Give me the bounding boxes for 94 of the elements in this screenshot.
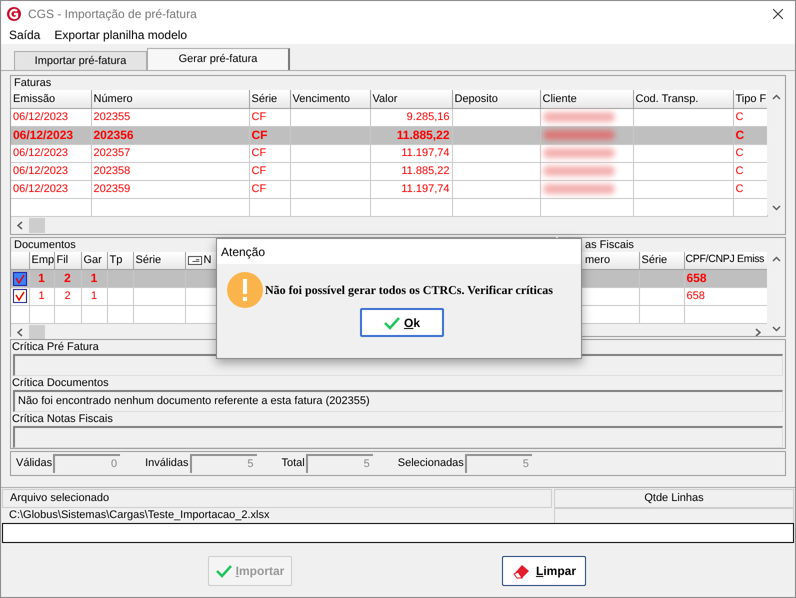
window-title: CGS - Importação de pré-fatura bbox=[28, 6, 197, 22]
column-header[interactable]: Série bbox=[133, 252, 185, 270]
total-label: Total bbox=[282, 456, 305, 471]
redacted-text bbox=[542, 112, 614, 122]
message-text: Não foi encontrado nenhum documento referente a esta fatura (202355) bbox=[18, 394, 370, 409]
redacted-text bbox=[542, 184, 614, 194]
table-row[interactable]: 06/12/2023 202358 CF 11.885,22 C bbox=[11, 162, 767, 180]
scroll-up-icon[interactable] bbox=[772, 94, 780, 100]
total-label: Selecionadas bbox=[398, 456, 464, 471]
column-header[interactable]: Fil bbox=[54, 252, 81, 270]
table-cell: 06/12/2023 bbox=[11, 108, 91, 126]
column-header[interactable]: Deposito bbox=[452, 90, 540, 108]
table-cell: 202357 bbox=[91, 144, 249, 162]
column-header[interactable]: Gar bbox=[81, 252, 107, 270]
table-cell: 202355 bbox=[91, 108, 249, 126]
table-cell: 9.285,16 bbox=[370, 108, 452, 126]
column-header[interactable]: Vencimento bbox=[290, 90, 370, 108]
column-header: Qtde Linhas bbox=[554, 489, 794, 508]
app-logo-icon bbox=[6, 6, 22, 22]
column-header[interactable]: Número bbox=[91, 90, 249, 108]
table-cell: 11.197,74 bbox=[370, 180, 452, 198]
total-field: 5 bbox=[190, 454, 256, 472]
close-icon[interactable] bbox=[773, 8, 783, 18]
redacted-text bbox=[542, 166, 614, 176]
redacted-text bbox=[542, 130, 614, 140]
menu-item[interactable]: Exportar planilha modelo bbox=[54, 26, 188, 44]
column-header[interactable]: Série bbox=[249, 90, 290, 108]
tab[interactable]: Gerar pré-fatura bbox=[147, 48, 290, 70]
dialog-message: Não foi possível gerar todos os CTRCs. Verificar críticas bbox=[265, 282, 553, 299]
input-field[interactable] bbox=[2, 523, 794, 543]
column-header[interactable]: Emissão bbox=[11, 90, 91, 108]
column-header[interactable]: Tipo F bbox=[733, 90, 767, 108]
warning-icon bbox=[227, 272, 263, 308]
column-header[interactable]: Cod. Transp. bbox=[633, 90, 733, 108]
file-path: C:\Globus\Sistemas\Cargas\Teste_Importacao_2.xlsx bbox=[8, 508, 270, 523]
column-header[interactable]: Emp bbox=[29, 252, 54, 270]
scroll-down-icon[interactable] bbox=[772, 205, 780, 211]
table-cell: CF bbox=[249, 144, 290, 162]
table-cell: 06/12/2023 bbox=[11, 162, 91, 180]
table-cell: CF bbox=[249, 126, 290, 144]
table-row[interactable]: 06/12/2023 202359 CF 11.197,74 C bbox=[11, 180, 767, 198]
scroll-right-icon[interactable] bbox=[754, 328, 763, 336]
panel-title: as Fiscais bbox=[584, 238, 634, 252]
column-header[interactable]: Cliente bbox=[540, 90, 633, 108]
table-cell: 202356 bbox=[91, 126, 249, 144]
table-cell: CF bbox=[249, 180, 290, 198]
checkbox[interactable] bbox=[13, 289, 27, 304]
checkbox[interactable] bbox=[13, 272, 27, 286]
section-label: Crítica Documentos bbox=[12, 376, 109, 390]
table-cell: 1 bbox=[29, 288, 54, 306]
column-header-text: N bbox=[204, 253, 212, 268]
column-header[interactable]: Valor bbox=[370, 90, 452, 108]
table-cell: 11.885,22 bbox=[370, 162, 452, 180]
empty-cell bbox=[249, 198, 290, 216]
total-label: Inválidas bbox=[145, 456, 188, 471]
panel-title: Documentos bbox=[13, 238, 77, 252]
table-row[interactable]: 06/12/2023 202357 CF 11.197,74 C bbox=[11, 144, 767, 162]
checkmark-icon bbox=[384, 316, 400, 330]
table-row[interactable]: 06/12/2023 202355 CF 9.285,16 C bbox=[11, 108, 767, 126]
menu-item[interactable]: Saída bbox=[9, 26, 40, 44]
ok-button[interactable]: Ok bbox=[360, 308, 444, 337]
panel-title: Faturas bbox=[13, 76, 52, 90]
table-cell: 06/12/2023 bbox=[11, 126, 91, 144]
table-cell: 202358 bbox=[91, 162, 249, 180]
table-cell: 1 bbox=[81, 288, 107, 306]
scroll-thumb[interactable] bbox=[29, 218, 45, 232]
table-cell: CF bbox=[249, 108, 290, 126]
table-cell: 06/12/2023 bbox=[11, 180, 91, 198]
clear-button[interactable]: Limpar bbox=[502, 556, 586, 586]
envelope-icon bbox=[188, 256, 202, 265]
table-cell: 202359 bbox=[91, 180, 249, 198]
scroll-up-icon[interactable] bbox=[772, 256, 780, 262]
redacted-text bbox=[542, 148, 614, 158]
checkmark-icon bbox=[216, 564, 232, 578]
table-cell: 2 bbox=[54, 288, 81, 306]
table-cell: 11.197,74 bbox=[370, 144, 452, 162]
column-header[interactable]: Série bbox=[639, 252, 684, 270]
table-cell: 11.885,22 bbox=[370, 126, 452, 144]
tab[interactable]: Importar pré-fatura bbox=[14, 51, 147, 70]
table-cell: CF bbox=[249, 162, 290, 180]
section-label: Crítica Notas Fiscais bbox=[12, 412, 113, 426]
scroll-down-icon[interactable] bbox=[772, 326, 780, 332]
section-label: Crítica Pré Fatura bbox=[12, 340, 99, 354]
scroll-thumb[interactable] bbox=[29, 325, 45, 340]
total-field: 0 bbox=[53, 454, 120, 472]
column-header[interactable]: Tp bbox=[107, 252, 133, 270]
total-field: 5 bbox=[464, 454, 532, 472]
column-header[interactable]: CPF/CNPJ Emiss bbox=[684, 252, 769, 270]
table-cell: 06/12/2023 bbox=[11, 144, 91, 162]
eraser-icon bbox=[512, 562, 532, 578]
column-header: Arquivo selecionado bbox=[2, 489, 552, 508]
total-label: Válidas bbox=[16, 456, 52, 471]
total-field: 5 bbox=[306, 454, 373, 472]
horizontal-scrollbar[interactable] bbox=[11, 216, 767, 234]
